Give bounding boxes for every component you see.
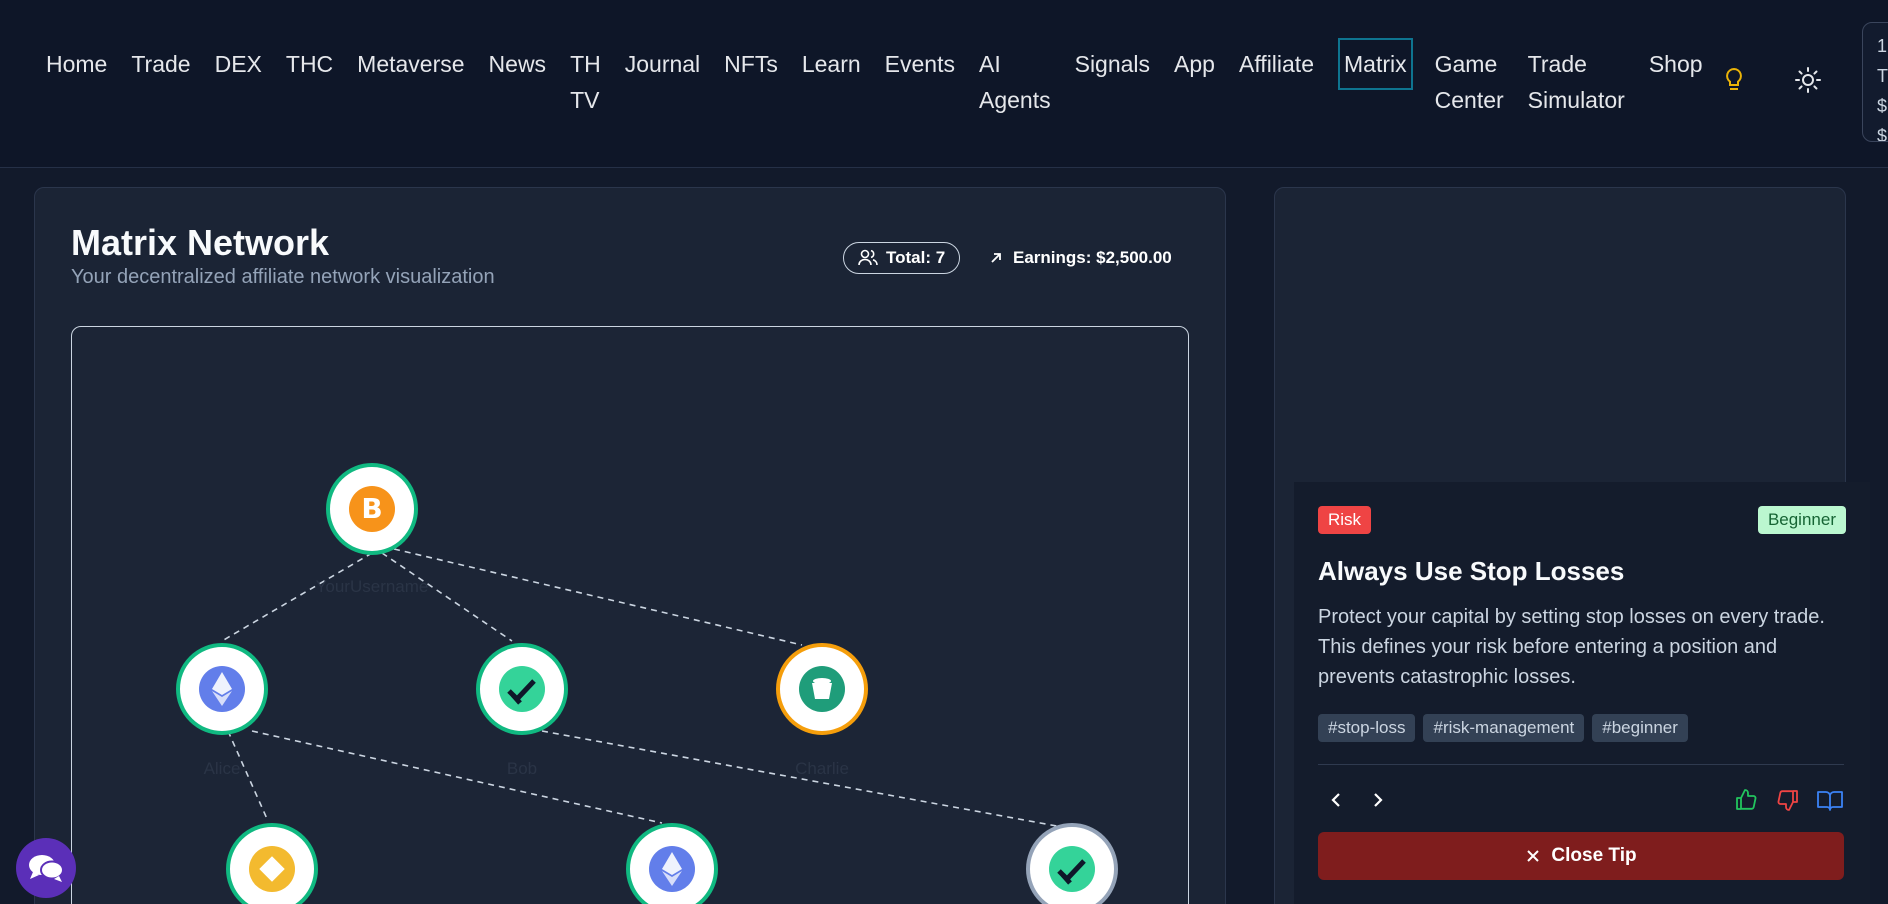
check-token-icon — [499, 666, 545, 712]
nav-home[interactable]: Home — [34, 38, 119, 90]
nav-app[interactable]: App — [1162, 38, 1227, 90]
hashtag[interactable]: #risk-management — [1423, 714, 1585, 742]
page-subtitle: Your decentralized affiliate network vis… — [71, 266, 495, 288]
node-alice[interactable] — [176, 643, 268, 735]
page-title: Matrix Network — [71, 222, 330, 263]
network-connections — [221, 548, 1063, 828]
like-tip-button[interactable] — [1728, 782, 1764, 818]
main-nav: Home Trade DEX THC Metaverse News TH TV … — [34, 38, 1715, 126]
book-open-icon — [1817, 791, 1843, 811]
hashtag[interactable]: #stop-loss — [1318, 714, 1416, 742]
dislike-tip-button[interactable] — [1770, 782, 1806, 818]
nav-learn[interactable]: Learn — [790, 38, 873, 90]
nav-ai-agents[interactable]: AI Agents — [967, 38, 1063, 126]
svg-text:B: B — [361, 492, 382, 525]
arrow-up-right-icon — [991, 253, 1001, 263]
earnings-badge: Earnings: $2,500.00 — [989, 242, 1172, 274]
previous-tip-button[interactable] — [1318, 782, 1354, 818]
nav-dex[interactable]: DEX — [203, 38, 274, 90]
tip-hashtags: #stop-loss #risk-management #beginner — [1318, 714, 1688, 742]
nav-th-tv[interactable]: TH TV — [558, 38, 613, 126]
total-badge: Total: 7 — [843, 242, 961, 274]
tip-category-badge: Risk — [1318, 506, 1372, 534]
node-child-2[interactable] — [626, 823, 718, 904]
edge-root-alice — [221, 552, 373, 642]
next-tip-button[interactable] — [1360, 782, 1396, 818]
total-label: Total: 7 — [886, 248, 946, 267]
trading-tip-popup: Risk Beginner Always Use Stop Losses Pro… — [1294, 482, 1870, 904]
node-label-root: YourUsername — [315, 577, 429, 596]
tip-body: Protect your capital by setting stop los… — [1318, 606, 1825, 688]
earnings-label: Earnings: $2,500.00 — [1013, 248, 1172, 267]
bitcoin-icon: B — [349, 486, 395, 532]
thumbs-down-icon — [1777, 790, 1798, 811]
node-label-charlie: Charlie — [795, 759, 849, 778]
bucket-token-icon — [799, 666, 845, 712]
edge-root-charlie — [393, 548, 803, 646]
nav-news[interactable]: News — [477, 38, 559, 90]
close-tip-label: Close Tip — [1551, 845, 1637, 866]
node-root[interactable]: B — [326, 463, 418, 555]
divider — [1318, 764, 1844, 765]
matrix-panel: Matrix Network Your decentralized affili… — [34, 187, 1226, 904]
node-child-3[interactable] — [1026, 823, 1118, 904]
nav-metaverse[interactable]: Metaverse — [345, 38, 476, 90]
check-token-icon — [1049, 846, 1095, 892]
nav-thc[interactable]: THC — [274, 38, 345, 90]
chevron-left-icon — [1331, 793, 1340, 807]
sun-icon[interactable] — [1788, 60, 1828, 100]
ethereum-icon — [199, 666, 245, 712]
node-bob[interactable] — [476, 643, 568, 735]
nav-affiliate[interactable]: Affiliate — [1227, 38, 1326, 90]
read-more-button[interactable] — [1812, 782, 1848, 818]
nav-journal[interactable]: Journal — [613, 38, 712, 90]
nav-shop[interactable]: Shop — [1637, 38, 1715, 90]
edge-root-bob — [381, 552, 513, 642]
nav-signals[interactable]: Signals — [1063, 38, 1162, 90]
close-tip-button[interactable]: Close Tip — [1318, 832, 1844, 880]
close-icon — [1527, 850, 1540, 862]
tip-level-badge: Beginner — [1757, 506, 1846, 534]
chat-button[interactable] — [16, 838, 76, 898]
thumbs-up-icon — [1736, 789, 1757, 810]
edge-bob-child3 — [541, 730, 1063, 828]
lightbulb-icon[interactable] — [1714, 60, 1754, 100]
node-label-alice: Alice — [203, 759, 241, 778]
nav-events[interactable]: Events — [873, 38, 967, 90]
nav-game-center[interactable]: Game Center — [1423, 38, 1516, 126]
tip-title: Always Use Stop Losses — [1318, 556, 1625, 586]
node-label-bob: Bob — [506, 759, 538, 778]
node-child-1[interactable] — [226, 823, 318, 904]
node-charlie[interactable] — [776, 643, 868, 735]
users-icon — [858, 249, 878, 266]
nav-matrix[interactable]: Matrix — [1338, 38, 1413, 90]
top-navigation-bar: Home Trade DEX THC Metaverse News TH TV … — [0, 0, 1888, 168]
nav-trade[interactable]: Trade — [119, 38, 202, 90]
chevron-right-icon — [1374, 793, 1383, 807]
network-visualization: B YourUsername Alice Bob Charlie — [71, 326, 1189, 904]
nav-nfts[interactable]: NFTs — [712, 38, 790, 90]
ethereum-icon — [649, 846, 695, 892]
bnb-icon — [249, 846, 295, 892]
nav-trade-simulator[interactable]: Trade Simulator — [1516, 38, 1637, 126]
hashtag[interactable]: #beginner — [1592, 714, 1688, 742]
balance-card-cut[interactable]: 1 T $ $ — [1862, 22, 1888, 142]
chat-bubbles-icon — [29, 855, 64, 882]
